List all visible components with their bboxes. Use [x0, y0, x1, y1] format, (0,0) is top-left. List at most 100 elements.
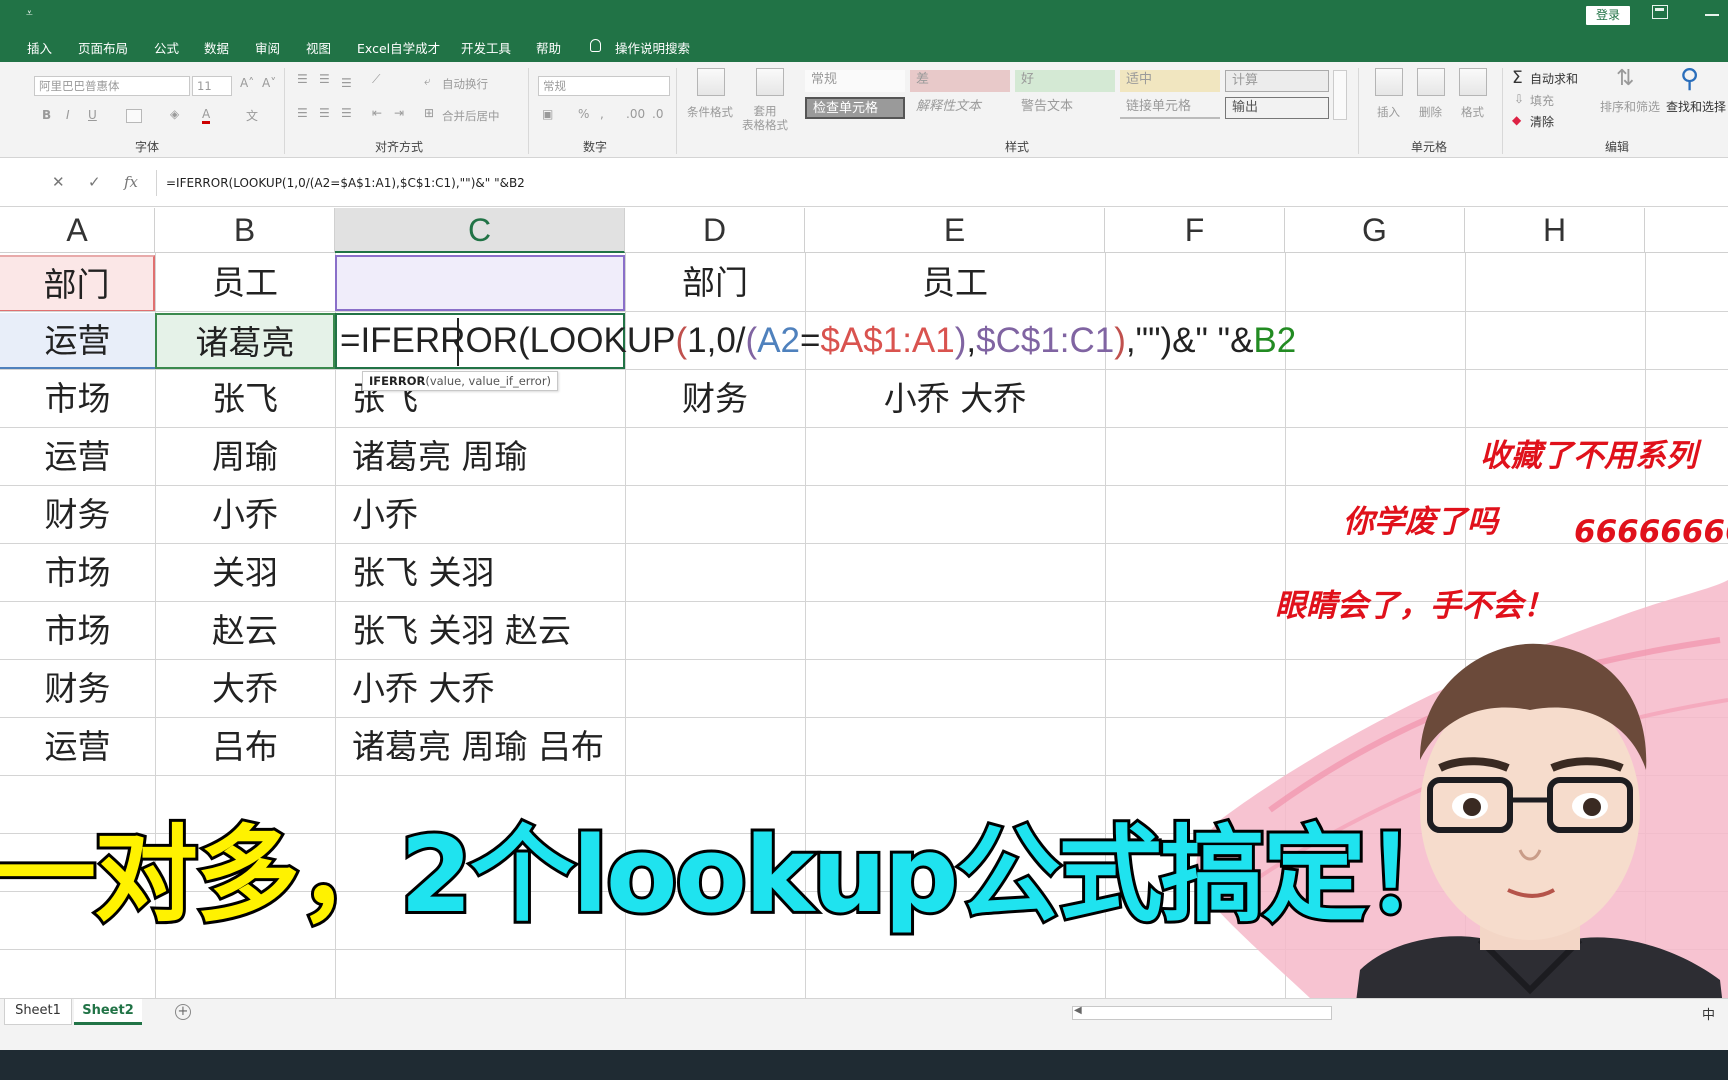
cell-d3[interactable]: 财务 — [625, 371, 805, 427]
insert-cells-icon[interactable] — [1375, 68, 1403, 96]
column-header-d[interactable]: D — [625, 208, 805, 253]
cell-a4[interactable]: 运营 — [0, 429, 155, 485]
search-icon[interactable]: ⚲ — [1680, 64, 1699, 94]
cancel-icon[interactable]: ✕ — [52, 173, 65, 191]
column-header-a[interactable]: A — [0, 208, 155, 253]
bold-icon[interactable]: B — [42, 108, 51, 122]
font-color-icon[interactable]: A — [202, 107, 211, 124]
ime-indicator[interactable]: 中 — [1702, 1004, 1715, 1023]
fill-icon[interactable]: ⇩ — [1514, 92, 1524, 106]
minimize-icon[interactable] — [1705, 14, 1719, 16]
scroll-left-icon[interactable]: ◀ — [1074, 1005, 1082, 1016]
tab-view[interactable]: 视图 — [306, 38, 331, 57]
horizontal-scrollbar[interactable] — [1072, 1006, 1332, 1020]
cell-c1[interactable] — [335, 255, 625, 311]
cell-b8[interactable]: 大乔 — [155, 661, 335, 717]
format-cells-button[interactable]: 格式 — [1461, 104, 1484, 120]
fill-button[interactable]: 填充 — [1530, 92, 1554, 109]
sort-filter-button[interactable]: 排序和筛选 — [1600, 98, 1660, 115]
cell-a7[interactable]: 市场 — [0, 603, 155, 659]
autosum-icon[interactable]: Σ — [1512, 68, 1523, 88]
column-header-g[interactable]: G — [1285, 208, 1465, 253]
tab-excel-self-study[interactable]: Excel自学成才 — [357, 38, 440, 57]
cell-b7[interactable]: 赵云 — [155, 603, 335, 659]
delete-cells-button[interactable]: 删除 — [1419, 104, 1442, 120]
conditional-format-icon[interactable] — [697, 68, 725, 96]
cell-a2[interactable]: 运营 — [0, 313, 155, 369]
cell-c6[interactable]: 张飞 关羽 — [352, 545, 622, 601]
cell-e3[interactable]: 小乔 大乔 — [805, 371, 1105, 427]
align-middle-icon[interactable]: ☰ — [319, 72, 330, 86]
tooltip-function-name[interactable]: IFERROR — [369, 374, 425, 388]
align-right-icon[interactable]: ☰ — [341, 106, 352, 120]
tab-data[interactable]: 数据 — [204, 38, 229, 57]
style-neutral[interactable]: 适中 — [1120, 70, 1220, 92]
tab-help[interactable]: 帮助 — [536, 38, 561, 57]
wrap-text-button[interactable]: 自动换行 — [442, 76, 488, 92]
style-calculation[interactable]: 计算 — [1225, 70, 1329, 92]
tell-me-search[interactable]: 操作说明搜索 — [615, 38, 690, 57]
style-explanatory[interactable]: 解释性文本 — [910, 97, 1010, 119]
decrease-decimal-icon[interactable]: .0 — [652, 107, 663, 121]
merge-icon[interactable]: ⊞ — [424, 106, 434, 120]
tab-developer[interactable]: 开发工具 — [461, 38, 511, 57]
cell-b6[interactable]: 关羽 — [155, 545, 335, 601]
cell-a3[interactable]: 市场 — [0, 371, 155, 427]
number-format-select[interactable]: 常规 — [538, 76, 670, 96]
cell-c7[interactable]: 张飞 关羽 赵云 — [352, 603, 622, 659]
cell-b5[interactable]: 小乔 — [155, 487, 335, 543]
column-header-f[interactable]: F — [1105, 208, 1285, 253]
decrease-font-icon[interactable]: A˅ — [262, 76, 276, 90]
column-header-next[interactable] — [1645, 208, 1728, 253]
sort-filter-icon[interactable]: ⇅ — [1616, 66, 1634, 91]
autosum-button[interactable]: 自动求和 — [1530, 70, 1578, 87]
table-format-button[interactable]: 套用 表格格式 — [742, 104, 788, 132]
enter-icon[interactable]: ✓ — [88, 173, 101, 191]
style-normal[interactable]: 常规 — [805, 70, 905, 92]
sheet-tab-sheet1[interactable]: Sheet1 — [4, 999, 72, 1025]
cell-c8[interactable]: 小乔 大乔 — [352, 661, 622, 717]
styles-gallery-scroll[interactable] — [1333, 70, 1347, 120]
align-top-icon[interactable]: ☰ — [297, 72, 308, 86]
cell-b2[interactable]: 诸葛亮 — [155, 313, 335, 369]
align-center-icon[interactable]: ☰ — [319, 106, 330, 120]
align-bottom-icon[interactable]: ☰ — [341, 76, 352, 90]
login-button[interactable]: 登录 — [1586, 6, 1630, 25]
underline-icon[interactable]: U — [88, 108, 97, 122]
sheet-tab-sheet2[interactable]: Sheet2 — [74, 999, 142, 1025]
cell-e1[interactable]: 员工 — [805, 255, 1105, 311]
find-select-button[interactable]: 查找和选择 — [1666, 98, 1726, 115]
tab-review[interactable]: 审阅 — [255, 38, 280, 57]
ribbon-display-options-icon[interactable] — [1652, 5, 1668, 19]
cell-c9[interactable]: 诸葛亮 周瑜 吕布 — [352, 719, 622, 775]
increase-indent-icon[interactable]: ⇥ — [394, 106, 404, 120]
style-check-cell[interactable]: 检查单元格 — [805, 97, 905, 119]
cell-a5[interactable]: 财务 — [0, 487, 155, 543]
style-good[interactable]: 好 — [1015, 70, 1115, 92]
eraser-icon[interactable]: ◆ — [1512, 113, 1521, 127]
style-output[interactable]: 输出 — [1225, 97, 1329, 119]
percent-icon[interactable]: % — [578, 107, 589, 121]
tab-formulas[interactable]: 公式 — [154, 38, 179, 57]
font-size-select[interactable]: 11 — [192, 76, 232, 96]
table-format-icon[interactable] — [756, 68, 784, 96]
tab-page-layout[interactable]: 页面布局 — [78, 38, 128, 57]
border-icon[interactable] — [126, 109, 142, 123]
phonetic-icon[interactable]: 文 — [246, 107, 258, 124]
fill-color-icon[interactable]: ◈ — [170, 107, 179, 121]
merge-center-button[interactable]: 合并后居中 — [442, 108, 500, 124]
cell-edit-formula[interactable]: =IFERROR(LOOKUP(1,0/(A2=$A$1:A1),$C$1:C1… — [340, 313, 1296, 369]
column-header-b[interactable]: B — [155, 208, 335, 253]
conditional-format-button[interactable]: 条件格式 — [687, 104, 733, 120]
style-warning[interactable]: 警告文本 — [1015, 97, 1115, 119]
cell-a9[interactable]: 运营 — [0, 719, 155, 775]
cell-b9[interactable]: 吕布 — [155, 719, 335, 775]
cell-c5[interactable]: 小乔 — [352, 487, 622, 543]
comma-icon[interactable]: , — [600, 107, 604, 121]
clear-button[interactable]: 清除 — [1530, 113, 1554, 130]
cell-a8[interactable]: 财务 — [0, 661, 155, 717]
orientation-icon[interactable]: ⟋ — [372, 72, 380, 87]
style-bad[interactable]: 差 — [910, 70, 1010, 92]
cell-b3[interactable]: 张飞 — [155, 371, 335, 427]
column-header-e[interactable]: E — [805, 208, 1105, 253]
